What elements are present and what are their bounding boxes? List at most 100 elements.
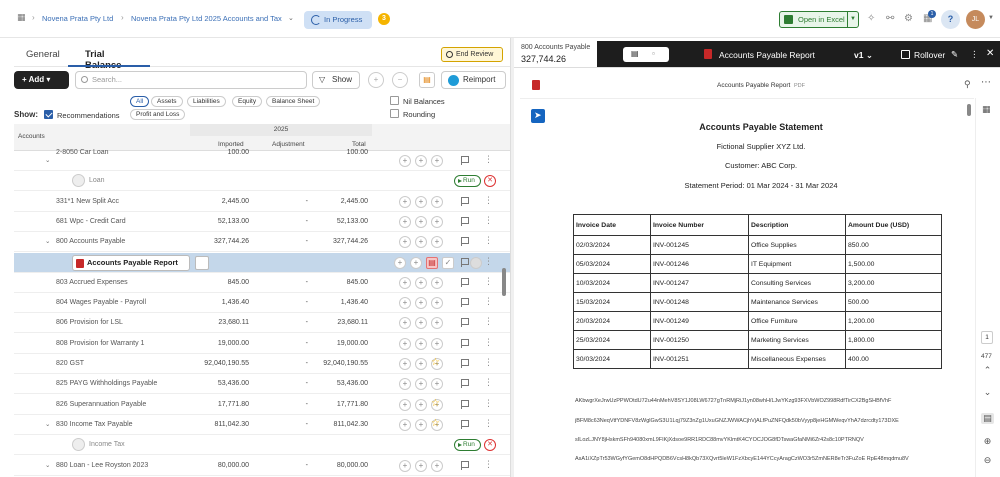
add-circle-icon[interactable]: + <box>431 155 443 167</box>
gear-icon[interactable]: ⚙ <box>904 13 913 24</box>
add-circle-icon[interactable]: + <box>394 256 406 269</box>
help-button[interactable]: ? <box>941 10 960 29</box>
adjustment-header[interactable]: Adjustment <box>272 141 305 148</box>
table-row[interactable]: ⌄ 830 Income Tax Payable 811,042.30 - 811,04… <box>14 414 510 435</box>
adjustment-value[interactable]: - <box>306 279 308 286</box>
table-row[interactable]: 804 Wages Payable - Payroll 1,436.40 - 1,43… <box>14 293 510 314</box>
account-name[interactable]: 800 Accounts Payable <box>56 238 125 245</box>
add-circle-icon[interactable]: + <box>431 317 443 330</box>
recommendations-checkbox[interactable] <box>44 110 53 119</box>
add-circle-icon[interactable]: + <box>368 72 384 88</box>
task-row[interactable]: Loan Run ✕ <box>14 171 510 192</box>
share-icon[interactable]: ⚯ <box>886 13 894 24</box>
flag-icon[interactable] <box>461 460 469 470</box>
network-icon[interactable]: ✧ <box>867 13 875 24</box>
adjustment-value[interactable]: - <box>306 462 308 469</box>
kebab-icon[interactable]: ⋮ <box>484 398 493 409</box>
add-circle-icon[interactable]: + <box>399 358 411 370</box>
tab-general[interactable]: General <box>26 49 60 60</box>
chevron-down-icon[interactable]: ⌄ <box>288 14 294 22</box>
table-row[interactable]: ⌄ 880 Loan - Lee Royston 2023 80,000.00 - 80… <box>14 455 510 476</box>
account-name[interactable]: 681 Wpc - Credit Card <box>56 218 126 225</box>
zoom-in-icon[interactable]: ⊕ <box>981 436 994 447</box>
filter-chip-equity[interactable]: Equity <box>232 96 263 107</box>
version-selector[interactable]: v1 ⌄ <box>854 50 873 61</box>
breadcrumb-client[interactable]: Novena Prata Pty Ltd <box>42 14 113 23</box>
status-count-badge[interactable]: 3 <box>378 13 390 25</box>
flag-icon[interactable] <box>461 399 469 409</box>
add-circle-icon[interactable]: + <box>431 337 443 350</box>
document-icon[interactable] <box>195 255 209 270</box>
chevron-up-icon[interactable]: ⌃ <box>981 365 994 376</box>
add-circle-icon[interactable]: + <box>415 337 427 350</box>
run-button[interactable]: Run <box>454 175 481 188</box>
add-circle-icon[interactable]: + <box>399 155 411 167</box>
show-button[interactable]: ▽ Show <box>312 71 360 89</box>
split-icon[interactable]: ▫ <box>652 49 655 58</box>
edit-icon[interactable]: ✎ <box>951 49 958 60</box>
total-header[interactable]: Total <box>352 141 366 148</box>
add-circle-icon[interactable]: + <box>431 378 443 391</box>
table-row[interactable]: 826 Superannuation Payable 17,771.80 - 17,7… <box>14 394 510 415</box>
annotate-icon[interactable]: ▤ <box>981 413 994 424</box>
add-circle-icon[interactable]: + <box>415 378 427 391</box>
task-row[interactable]: Income Tax Run ✕ <box>14 435 510 456</box>
close-icon[interactable]: ✕ <box>986 48 994 59</box>
more-icon[interactable]: ⋯ <box>981 77 991 88</box>
account-name[interactable]: 806 Provision for LSL <box>56 319 123 326</box>
flag-icon[interactable] <box>461 257 469 267</box>
add-circle-icon[interactable]: + <box>415 215 427 228</box>
add-circle-icon[interactable]: + <box>415 276 427 289</box>
kebab-icon[interactable]: ⋮ <box>484 337 493 348</box>
add-circle-icon[interactable]: + <box>415 297 427 310</box>
add-circle-icon[interactable]: + <box>431 276 443 289</box>
rounding-checkbox[interactable] <box>390 109 399 118</box>
add-circle-icon[interactable]: + <box>399 236 411 249</box>
add-circle-icon[interactable]: + <box>399 215 411 228</box>
scrollbar[interactable] <box>502 268 506 296</box>
adjustment-value[interactable]: - <box>306 218 308 225</box>
star-icon[interactable]: ☆ <box>431 398 440 409</box>
account-name[interactable]: 820 GST <box>56 360 84 367</box>
kebab-icon[interactable]: ⋮ <box>484 235 493 246</box>
account-name[interactable]: 803 Accrued Expenses <box>56 279 128 286</box>
flag-icon[interactable] <box>461 359 469 368</box>
account-name[interactable]: 808 Provision for Warranty 1 <box>56 340 144 347</box>
add-circle-icon[interactable]: + <box>431 236 443 249</box>
kebab-icon[interactable]: ⋮ <box>484 256 493 267</box>
org-icon[interactable]: ▦ <box>17 12 26 23</box>
imported-header[interactable]: Imported <box>218 141 244 148</box>
filter-chip-liabilities[interactable]: Liabilities <box>187 96 226 107</box>
chevron-down-icon[interactable]: ⌄ <box>45 461 50 469</box>
report-chip[interactable]: Accounts Payable Report <box>72 254 190 271</box>
zoom-out-icon[interactable]: ⊖ <box>981 455 994 466</box>
open-in-excel-button[interactable]: Open in Excel ▼ <box>779 11 859 28</box>
kebab-icon[interactable]: ⋮ <box>484 296 493 307</box>
add-circle-icon[interactable]: + <box>415 155 427 167</box>
add-circle-icon[interactable]: + <box>415 358 427 370</box>
adjustment-value[interactable]: - <box>306 198 308 205</box>
add-circle-icon[interactable]: + <box>415 398 427 411</box>
table-row[interactable]: 825 PAYG Withholdings Payable 53,436.00 - 5… <box>14 374 510 395</box>
star-icon[interactable]: ☆ <box>431 357 440 368</box>
add-circle-icon[interactable]: + <box>399 337 411 350</box>
flag-icon[interactable] <box>461 156 469 165</box>
adjustment-value[interactable]: - <box>306 340 308 347</box>
task-name[interactable]: Loan <box>89 177 105 184</box>
add-circle-icon[interactable]: + <box>415 195 427 208</box>
reimport-button[interactable]: Reimport <box>441 71 506 89</box>
kebab-icon[interactable]: ⋮ <box>970 49 979 60</box>
flag-icon[interactable] <box>461 216 469 226</box>
flag-icon[interactable] <box>461 338 469 348</box>
kebab-icon[interactable]: ⋮ <box>484 215 493 226</box>
add-circle-icon[interactable]: + <box>399 276 411 289</box>
kebab-icon[interactable]: ⋮ <box>484 195 493 206</box>
chevron-down-icon[interactable]: ▼ <box>988 15 994 21</box>
add-circle-icon[interactable]: + <box>415 236 427 249</box>
calendar-icon[interactable]: ▤ <box>426 256 438 269</box>
add-circle-icon[interactable]: + <box>415 459 427 472</box>
breadcrumb-file[interactable]: Novena Prata Pty Ltd 2025 Accounts and T… <box>131 14 282 23</box>
table-row[interactable]: 806 Provision for LSL 23,680.11 - 23,680.11… <box>14 313 510 334</box>
account-name[interactable]: 826 Superannuation Payable <box>56 401 146 408</box>
report-row[interactable]: Accounts Payable Report + + ▤ ✓ ⋮ <box>14 252 510 273</box>
